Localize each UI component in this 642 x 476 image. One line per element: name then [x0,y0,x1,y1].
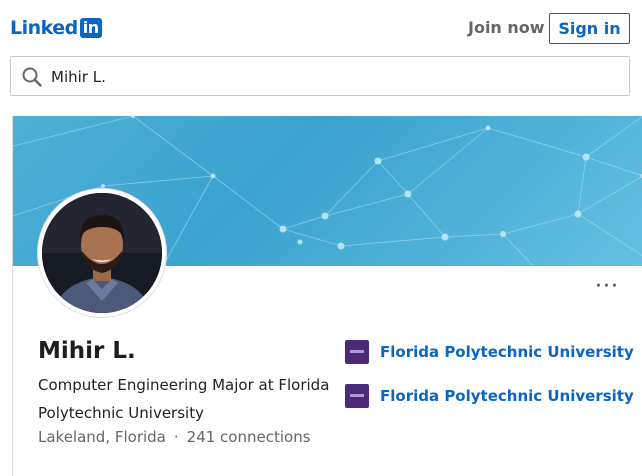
join-now-button[interactable]: Join now [468,18,545,37]
meta-separator: · [174,428,179,446]
more-options-icon[interactable]: ··· [595,282,619,292]
sign-in-button[interactable]: Sign in [549,13,630,44]
profile-card: ··· Mihir L. Computer Engineering Major … [12,116,642,476]
search-icon [21,66,43,88]
university-logo-icon [345,340,369,364]
profile-headline: Computer Engineering Major at Florida Po… [38,371,338,427]
profile-avatar[interactable] [38,189,166,317]
education-item[interactable]: Florida Polytechnic University [345,340,634,364]
logo-wordmark: Linked [10,17,78,39]
profile-location: Lakeland, Florida [38,428,166,446]
education-name: Florida Polytechnic University [380,343,634,361]
university-logo-icon [345,384,369,408]
avatar-photo [42,193,162,313]
search-bar[interactable] [10,56,630,96]
profile-name: Mihir L. [38,338,136,364]
linkedin-logo[interactable]: Linked in [10,17,102,39]
search-input[interactable] [51,65,611,89]
profile-connections: 241 connections [187,428,311,446]
top-bar: Linked in Join now Sign in [0,0,642,56]
logo-in-box: in [80,18,102,38]
education-item[interactable]: Florida Polytechnic University [345,384,634,408]
education-name: Florida Polytechnic University [380,387,634,405]
person-portrait [42,193,162,313]
profile-meta: Lakeland, Florida · 241 connections [38,428,311,446]
